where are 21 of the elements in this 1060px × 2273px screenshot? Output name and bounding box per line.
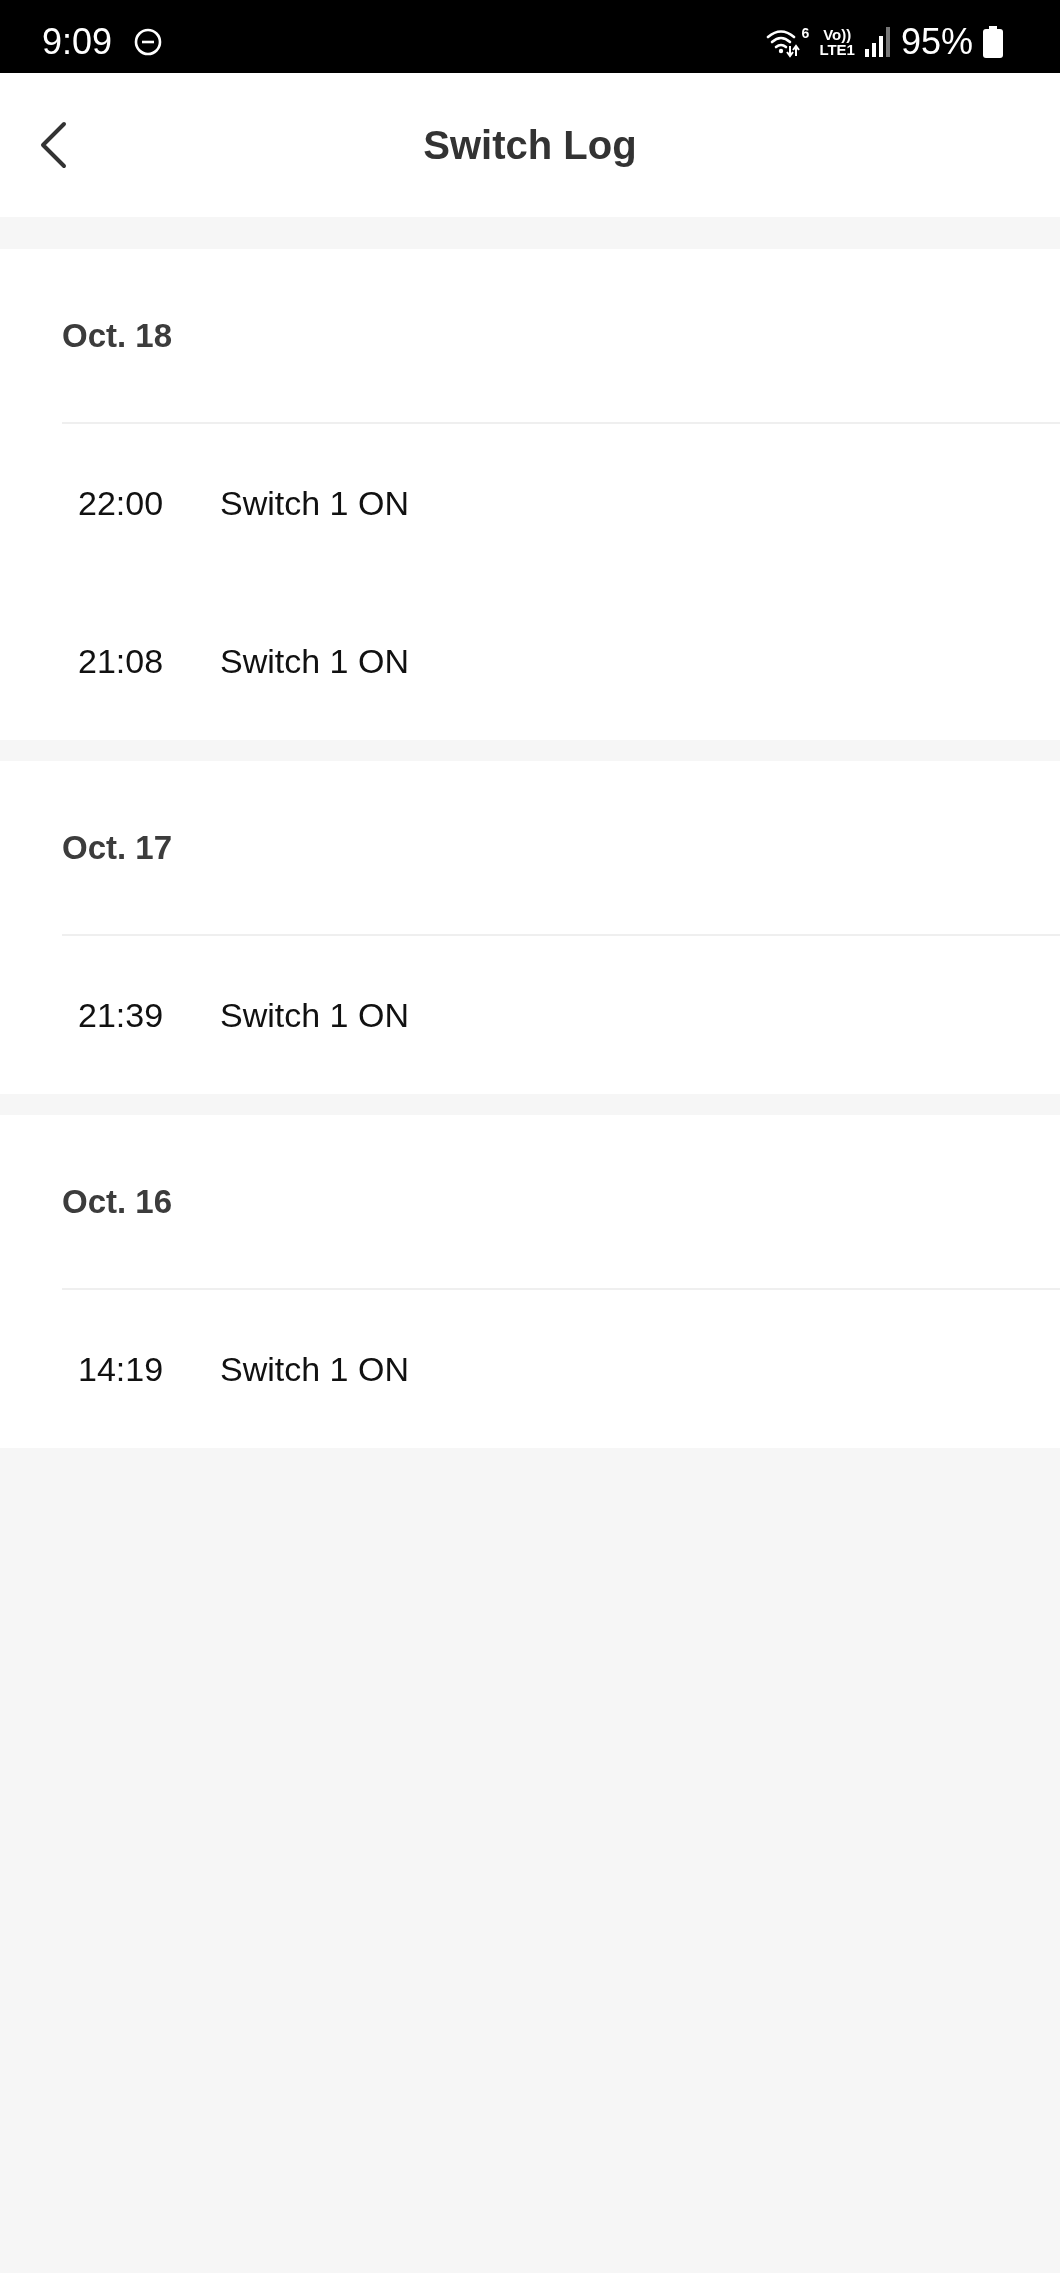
status-time: 9:09 [42,23,113,60]
log-event: Switch 1 ON [220,1349,409,1389]
log-time: 22:00 [78,483,165,523]
signal-icon [864,26,891,57]
page-title: Switch Log [423,122,637,168]
back-button[interactable] [39,121,67,169]
log-event: Switch 1 ON [220,641,409,681]
date-heading: Oct. 17 [62,828,173,867]
log-event: Switch 1 ON [220,483,409,523]
battery-icon [983,25,1003,58]
log-time: 14:19 [78,1349,165,1389]
log-time: 21:39 [78,995,165,1035]
date-heading: Oct. 18 [62,316,173,355]
log-event: Switch 1 ON [220,995,409,1035]
volte-label: Vo)) LTE1 [819,26,855,57]
date-heading: Oct. 16 [62,1182,173,1221]
do-not-disturb-icon [134,27,163,56]
back-icon [39,121,67,169]
log-time: 21:08 [78,641,165,681]
wifi-generation-label: 6 [801,25,810,40]
battery-percent: 95% [900,23,973,60]
